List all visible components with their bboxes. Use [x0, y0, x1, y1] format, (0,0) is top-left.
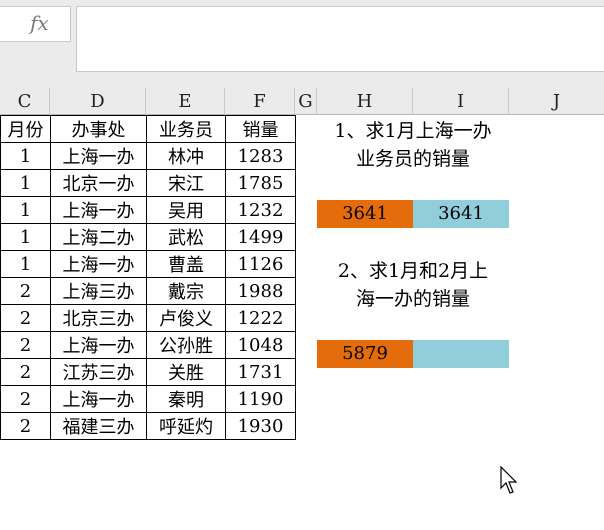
cell-month[interactable]: 1: [0, 196, 51, 224]
sales-table: 月份 办事处 业务员 销量 1 上海一办 林冲 1283 1 北京一办 宋江 1…: [0, 115, 296, 440]
header-month[interactable]: 月份: [0, 115, 51, 143]
cell-office[interactable]: 上海二办: [50, 223, 147, 251]
cell-month[interactable]: 2: [0, 358, 51, 386]
question1-h-result-cell[interactable]: 3641: [317, 200, 413, 228]
cell-office[interactable]: 江苏三办: [50, 358, 147, 386]
cell-month[interactable]: 2: [0, 412, 51, 440]
table-row: 2 江苏三办 关胜 1731: [0, 358, 296, 386]
header-office[interactable]: 办事处: [50, 115, 147, 143]
cell-salesperson[interactable]: 曹盖: [146, 250, 226, 278]
mouse-cursor-icon: [500, 466, 518, 494]
cell-month[interactable]: 1: [0, 142, 51, 170]
cell-month[interactable]: 1: [0, 169, 51, 197]
column-header-h[interactable]: H: [317, 88, 413, 115]
question1-line2: 业务员的销量: [355, 148, 470, 170]
table-header-row: 月份 办事处 业务员 销量: [0, 115, 296, 143]
cell-salesperson[interactable]: 林冲: [146, 142, 226, 170]
formula-bar: fx: [0, 0, 604, 88]
cell-salesperson[interactable]: 宋江: [146, 169, 226, 197]
cell-salesperson[interactable]: 秦明: [146, 385, 226, 413]
column-header-d[interactable]: D: [50, 88, 146, 115]
cell-sales[interactable]: 1232: [225, 196, 296, 224]
cell-salesperson[interactable]: 关胜: [146, 358, 226, 386]
question2-h-result-cell[interactable]: 5879: [317, 340, 413, 368]
column-header-e[interactable]: E: [146, 88, 225, 115]
table-row: 1 上海二办 武松 1499: [0, 223, 296, 251]
table-row: 2 上海一办 秦明 1190: [0, 385, 296, 413]
cell-sales[interactable]: 1499: [225, 223, 296, 251]
cell-salesperson[interactable]: 武松: [146, 223, 226, 251]
cell-month[interactable]: 1: [0, 223, 51, 251]
insert-function-button[interactable]: fx: [0, 6, 71, 42]
cell-office[interactable]: 上海一办: [50, 196, 147, 224]
column-header-g[interactable]: G: [295, 88, 317, 115]
cell-sales[interactable]: 1048: [225, 331, 296, 359]
cell-office[interactable]: 北京一办: [50, 169, 147, 197]
table-row: 1 上海一办 吴用 1232: [0, 196, 296, 224]
cell-office[interactable]: 上海一办: [50, 385, 147, 413]
cell-office[interactable]: 上海一办: [50, 142, 147, 170]
cell-office[interactable]: 北京三办: [50, 304, 147, 332]
cell-sales[interactable]: 1785: [225, 169, 296, 197]
question2-i-result-cell[interactable]: [413, 340, 509, 368]
table-row: 1 北京一办 宋江 1785: [0, 169, 296, 197]
cell-month[interactable]: 2: [0, 304, 51, 332]
cell-salesperson[interactable]: 卢俊义: [146, 304, 226, 332]
cell-salesperson[interactable]: 呼延灼: [146, 412, 226, 440]
cell-sales[interactable]: 1988: [225, 277, 296, 305]
question1-line1: 1、求1月上海一办: [334, 120, 492, 142]
formula-input[interactable]: [76, 6, 604, 72]
table-row: 1 上海一办 林冲 1283: [0, 142, 296, 170]
question2-line2: 海一办的销量: [355, 288, 470, 310]
table-row: 1 上海一办 曹盖 1126: [0, 250, 296, 278]
cell-sales[interactable]: 1731: [225, 358, 296, 386]
header-salesperson[interactable]: 业务员: [146, 115, 226, 143]
cell-sales[interactable]: 1222: [225, 304, 296, 332]
cell-salesperson[interactable]: 公孙胜: [146, 331, 226, 359]
column-header-j[interactable]: J: [509, 88, 604, 115]
cell-office[interactable]: 上海三办: [50, 277, 147, 305]
column-header-f[interactable]: F: [225, 88, 295, 115]
cell-salesperson[interactable]: 戴宗: [146, 277, 226, 305]
table-row: 2 福建三办 呼延灼 1930: [0, 412, 296, 440]
column-header-i[interactable]: I: [413, 88, 509, 115]
cell-salesperson[interactable]: 吴用: [146, 196, 226, 224]
table-row: 2 上海三办 戴宗 1988: [0, 277, 296, 305]
cell-office[interactable]: 上海一办: [50, 250, 147, 278]
table-row: 2 上海一办 公孙胜 1048: [0, 331, 296, 359]
cell-sales[interactable]: 1190: [225, 385, 296, 413]
cell-month[interactable]: 2: [0, 331, 51, 359]
question2-line1: 2、求1月和2月上: [337, 260, 489, 282]
cell-sales[interactable]: 1930: [225, 412, 296, 440]
question1-i-result-cell[interactable]: 3641: [413, 200, 509, 228]
table-row: 2 北京三办 卢俊义 1222: [0, 304, 296, 332]
cell-sales[interactable]: 1126: [225, 250, 296, 278]
fx-icon: fx: [30, 11, 49, 35]
column-header-c[interactable]: C: [0, 88, 50, 115]
header-sales[interactable]: 销量: [225, 115, 296, 143]
cell-sales[interactable]: 1283: [225, 142, 296, 170]
cell-month[interactable]: 2: [0, 277, 51, 305]
cell-office[interactable]: 上海一办: [50, 331, 147, 359]
cell-month[interactable]: 2: [0, 385, 51, 413]
cell-month[interactable]: 1: [0, 250, 51, 278]
cell-office[interactable]: 福建三办: [50, 412, 147, 440]
